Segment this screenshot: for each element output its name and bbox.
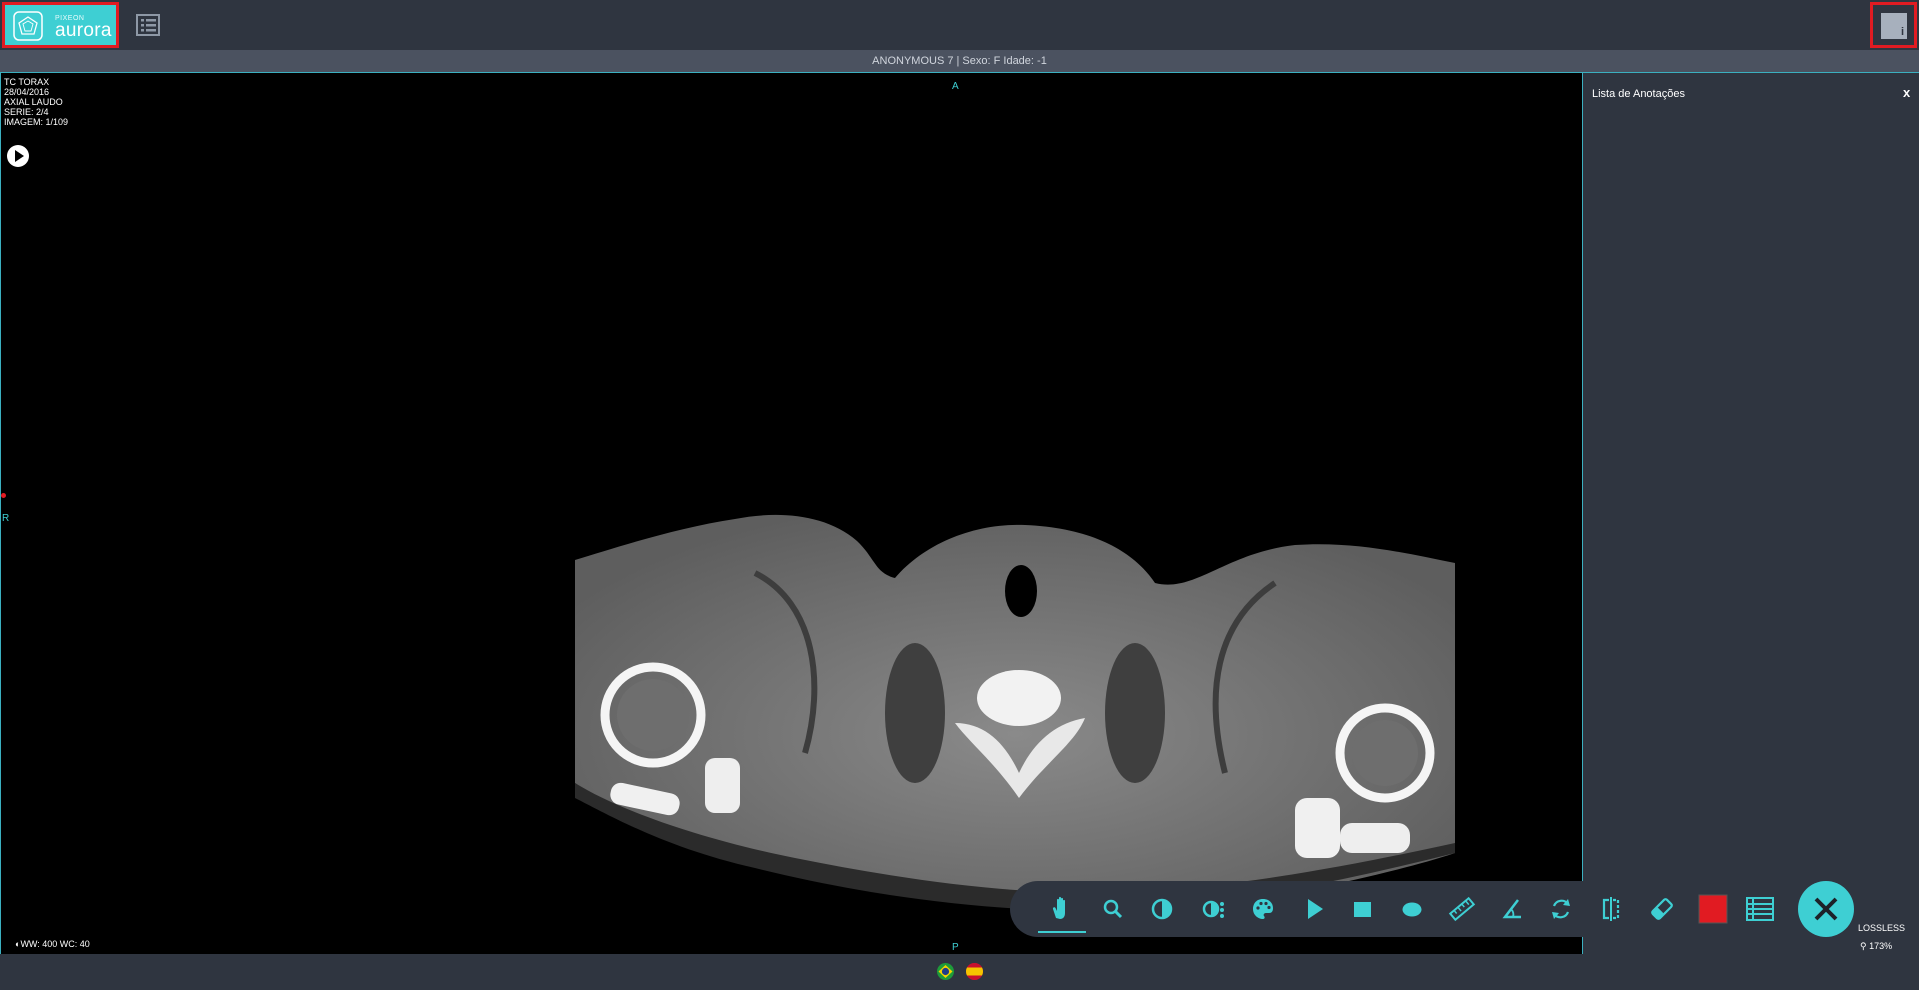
spain-flag-graphic xyxy=(966,963,983,980)
study-date: 28/04/2016 xyxy=(4,87,50,97)
eraser-button[interactable] xyxy=(1644,891,1680,927)
play-icon xyxy=(1308,899,1323,919)
window-level-readout: ◐WW: 400 WC: 40 xyxy=(15,939,90,949)
orientation-left: R xyxy=(2,513,10,524)
pan-tool-button[interactable] xyxy=(1038,891,1086,933)
rotate-icon xyxy=(1552,899,1570,919)
info-button[interactable]: i xyxy=(1870,2,1917,48)
logo-mark-icon xyxy=(13,11,43,41)
length-measure-button[interactable] xyxy=(1444,891,1480,927)
hand-icon xyxy=(1052,896,1065,919)
study-name: TC TORAX xyxy=(4,77,50,87)
info-icon: i xyxy=(1881,13,1907,39)
angle-icon xyxy=(1502,899,1521,919)
cine-play-icon[interactable] xyxy=(7,145,29,167)
study-info-overlay: TC TORAX 28/04/2016 AXIAL LAUDO SERIE: 2… xyxy=(4,77,68,127)
zoom-tool-button[interactable] xyxy=(1095,891,1131,927)
annotations-close-button[interactable]: x xyxy=(1903,85,1910,100)
flip-button[interactable] xyxy=(1593,891,1629,927)
contrast-tool-button[interactable] xyxy=(1144,891,1180,927)
window-presets-button[interactable] xyxy=(1196,891,1232,927)
color-swatch xyxy=(1698,894,1728,924)
contrast-icon xyxy=(1151,898,1173,920)
close-icon xyxy=(1814,897,1838,921)
brazil-flag-graphic xyxy=(938,965,953,978)
angle-measure-button[interactable] xyxy=(1494,891,1530,927)
brazil-flag-icon[interactable] xyxy=(937,963,954,980)
patient-info-bar: ANONYMOUS 7 | Sexo: F Idade: -1 xyxy=(0,50,1919,73)
annotation-color-button[interactable] xyxy=(1694,891,1730,927)
series-description: AXIAL LAUDO xyxy=(4,97,63,107)
eraser-icon xyxy=(1651,898,1673,920)
orientation-bottom: P xyxy=(952,942,959,953)
annotation-list-button[interactable] xyxy=(1742,891,1778,927)
top-bar: PIXEON aurora i xyxy=(0,0,1919,50)
reference-marker xyxy=(1,493,6,498)
bottom-bar xyxy=(0,954,1919,990)
rectangle-icon xyxy=(1354,902,1371,917)
ruler-icon xyxy=(1448,896,1476,922)
logo-text: aurora xyxy=(55,20,112,41)
ellipse-roi-button[interactable] xyxy=(1394,891,1430,927)
magnifier-small-icon: ⚲ xyxy=(1860,941,1867,951)
image-index: IMAGEM: 1/109 xyxy=(4,117,69,127)
color-map-button[interactable] xyxy=(1245,891,1281,927)
ct-slice-image xyxy=(575,514,1455,913)
compression-label: LOSSLESS xyxy=(1858,923,1906,933)
patient-summary: ANONYMOUS 7 | Sexo: F Idade: -1 xyxy=(872,55,1047,67)
rectangle-roi-button[interactable] xyxy=(1344,891,1380,927)
image-viewport[interactable]: TC TORAX 28/04/2016 AXIAL LAUDO SERIE: 2… xyxy=(0,73,1583,954)
annotations-title: Lista de Anotações xyxy=(1592,88,1685,100)
series-index: SERIE: 2/4 xyxy=(4,107,49,117)
cine-play-button[interactable] xyxy=(1296,891,1332,927)
palette-icon xyxy=(1253,899,1273,919)
zoom-readout: ⚲ 173% xyxy=(1860,941,1893,951)
ellipse-icon xyxy=(1402,902,1422,917)
orientation-top: A xyxy=(952,81,959,92)
spain-flag-icon[interactable] xyxy=(966,963,983,980)
zoom-icon xyxy=(1103,899,1123,919)
window-presets-icon xyxy=(1202,900,1224,918)
close-toolbar-button[interactable] xyxy=(1798,881,1854,937)
app-logo[interactable]: PIXEON aurora xyxy=(2,2,119,48)
tool-palette xyxy=(1010,881,1850,937)
list-icon xyxy=(1746,897,1774,921)
series-list-icon[interactable] xyxy=(136,14,160,36)
annotations-panel: Lista de Anotações x xyxy=(1583,73,1919,855)
flip-icon xyxy=(1602,897,1620,921)
rotate-button[interactable] xyxy=(1543,891,1579,927)
